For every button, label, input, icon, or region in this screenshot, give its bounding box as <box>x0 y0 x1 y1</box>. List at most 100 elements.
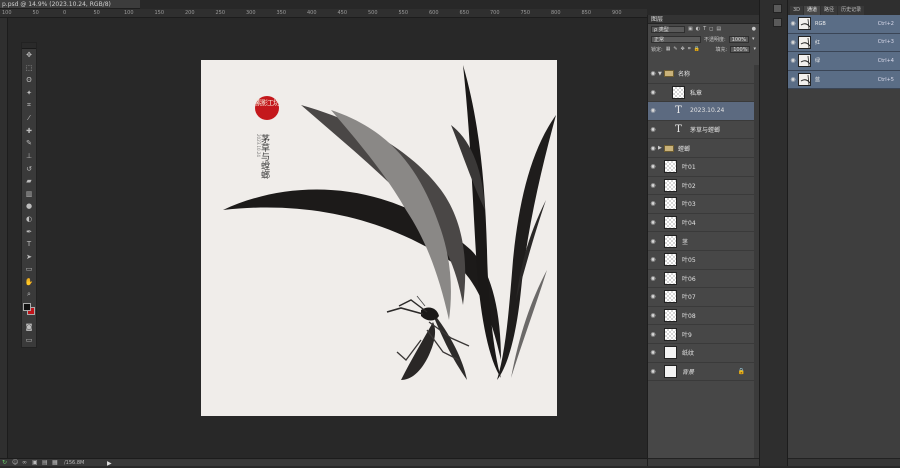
filter-adjust-icon[interactable]: ◐ <box>696 26 700 32</box>
visibility-eye-icon[interactable]: ◉ <box>648 368 658 375</box>
grid-icon[interactable]: ▦ <box>52 460 58 466</box>
visibility-eye-icon[interactable]: ◉ <box>648 145 658 152</box>
visibility-eye-icon[interactable]: ◉ <box>648 200 658 207</box>
camera-icon[interactable]: ▣ <box>32 460 38 466</box>
visibility-eye-icon[interactable]: ◉ <box>648 163 658 170</box>
filter-type-icon[interactable]: T <box>703 26 706 32</box>
foreground-color-swatch[interactable] <box>23 302 31 311</box>
history-brush-tool-icon[interactable]: ↺ <box>22 162 36 175</box>
marquee-tool-icon[interactable]: ⬚ <box>22 62 36 75</box>
horizontal-ruler[interactable]: 100 50 0 50 100 150 200 250 300 350 400 450 500 550 60… <box>0 9 647 18</box>
layer-row[interactable]: ◉ 叶06 <box>648 270 755 289</box>
brush-tool-icon[interactable]: ✎ <box>22 137 36 150</box>
shape-tool-icon[interactable]: ▭ <box>22 263 36 276</box>
lock-brush-icon[interactable]: ✎ <box>673 46 677 52</box>
lock-artboard-icon[interactable]: ⌗ <box>688 46 691 52</box>
tab-0[interactable]: 3D <box>790 6 804 15</box>
collapse-dock-icon[interactable] <box>773 4 782 13</box>
layer-row[interactable]: ◉ 叶02 <box>648 177 755 196</box>
layer-row[interactable]: ◉ T 2023.10.24 <box>648 102 755 121</box>
layer-row[interactable]: ◉ 叶03 <box>648 195 755 214</box>
layer-row[interactable]: ◉ 茎 <box>648 232 755 251</box>
film-icon[interactable]: ▤ <box>42 460 48 466</box>
opacity-input[interactable]: 100% <box>728 35 749 43</box>
link-icon[interactable]: ∞ <box>22 460 27 466</box>
blur-tool-icon[interactable]: ● <box>22 200 36 213</box>
gradient-tool-icon[interactable]: ▥ <box>22 188 36 201</box>
visibility-eye-icon[interactable]: ◉ <box>648 293 658 300</box>
channel-row[interactable]: ◉ 红 Ctrl+3 <box>788 33 900 53</box>
layer-row[interactable]: ◉ 纸纹 <box>648 344 755 363</box>
visibility-eye-icon[interactable]: ◉ <box>648 182 658 189</box>
refresh-icon[interactable]: ↻ <box>2 460 7 466</box>
crop-tool-icon[interactable]: ⌗ <box>22 99 36 112</box>
layer-row[interactable]: ◉ 叶01 <box>648 158 755 177</box>
move-tool-icon[interactable]: ✥ <box>22 49 36 62</box>
layer-row[interactable]: ◉ 叶9 <box>648 325 755 344</box>
visibility-eye-icon[interactable]: ◉ <box>648 238 658 245</box>
tab-3[interactable]: 历史记录 <box>838 6 865 15</box>
hand-tool-icon[interactable]: ✋ <box>22 276 36 289</box>
visibility-eye-icon[interactable]: ◉ <box>648 107 658 114</box>
quick-mask-icon[interactable]: ◙ <box>22 321 36 334</box>
filter-smart-icon[interactable]: ▤ <box>716 26 721 32</box>
layer-row[interactable]: ◉ ▼ 名称 <box>648 65 755 84</box>
visibility-eye-icon[interactable]: ◉ <box>648 275 658 282</box>
filter-toggle-icon[interactable]: ● <box>752 26 756 32</box>
visibility-eye-icon[interactable]: ◉ <box>648 126 658 133</box>
opacity-dropdown-icon[interactable]: ▾ <box>752 36 755 42</box>
filter-shape-icon[interactable]: ◻ <box>709 26 713 32</box>
lock-position-icon[interactable]: ✥ <box>681 46 685 52</box>
dock-panel-icon[interactable] <box>773 18 782 27</box>
fill-dropdown-icon[interactable]: ▾ <box>753 46 756 52</box>
visibility-eye-icon[interactable]: ◉ <box>648 349 658 356</box>
dodge-tool-icon[interactable]: ◐ <box>22 213 36 226</box>
layer-filter-select[interactable]: ρ 类型 <box>651 25 685 33</box>
blend-mode-select[interactable]: 正常 <box>651 35 701 43</box>
visibility-eye-icon[interactable]: ◉ <box>648 312 658 319</box>
quick-select-tool-icon[interactable]: ✦ <box>22 87 36 100</box>
layer-row[interactable]: ◉ 叶04 <box>648 214 755 233</box>
eyedropper-tool-icon[interactable]: ⁄ <box>22 112 36 125</box>
visibility-eye-icon[interactable]: ◉ <box>648 219 658 226</box>
eraser-tool-icon[interactable]: ▰ <box>22 175 36 188</box>
visibility-eye-icon[interactable]: ◉ <box>648 89 658 96</box>
visibility-eye-icon[interactable]: ◉ <box>648 70 658 77</box>
document-canvas[interactable]: 素影工坊 茅草与螳螂 2023.10.24 <box>201 60 557 416</box>
path-select-tool-icon[interactable]: ➤ <box>22 251 36 264</box>
stamp-tool-icon[interactable]: ⊥ <box>22 150 36 163</box>
visibility-eye-icon[interactable]: ◉ <box>648 331 658 338</box>
tab-2[interactable]: 路径 <box>821 6 838 15</box>
fill-input[interactable]: 100% <box>730 45 751 53</box>
type-tool-icon[interactable]: T <box>22 238 36 251</box>
layers-tab[interactable]: 图层 <box>648 15 759 24</box>
visibility-eye-icon[interactable]: ◉ <box>788 76 798 83</box>
layer-row[interactable]: ◉ 叶07 <box>648 288 755 307</box>
filter-pixel-icon[interactable]: ▣ <box>688 26 693 32</box>
layer-row[interactable]: ◉ 背景 🔒 <box>648 363 755 382</box>
visibility-eye-icon[interactable]: ◉ <box>788 20 798 27</box>
healing-tool-icon[interactable]: ✚ <box>22 125 36 138</box>
visibility-eye-icon[interactable]: ◉ <box>788 39 798 46</box>
layer-row[interactable]: ◉ 私章 <box>648 84 755 103</box>
visibility-eye-icon[interactable]: ◉ <box>788 57 798 64</box>
channel-row[interactable]: ◉ 绿 Ctrl+4 <box>788 52 900 71</box>
person-icon[interactable]: ☺ <box>12 460 18 466</box>
lock-transparent-icon[interactable]: ▦ <box>666 46 671 52</box>
layer-row[interactable]: ◉ T 茅草与螳螂 <box>648 121 755 140</box>
document-tab[interactable]: p.psd @ 14.9% (2023.10.24, RGB/8) <box>0 0 140 9</box>
vertical-ruler[interactable] <box>0 18 8 458</box>
channel-row[interactable]: ◉ RGB Ctrl+2 <box>788 15 900 34</box>
layer-row[interactable]: ◉ 叶08 <box>648 307 755 326</box>
layer-row[interactable]: ◉ 叶05 <box>648 251 755 270</box>
tab-1[interactable]: 通道 <box>804 6 821 15</box>
channel-row[interactable]: ◉ 蓝 Ctrl+5 <box>788 70 900 90</box>
zoom-tool-icon[interactable]: ⌕ <box>22 288 36 301</box>
layer-row[interactable]: ◉ ▶ 螳螂 <box>648 139 755 158</box>
status-menu-arrow-icon[interactable]: ▶ <box>107 460 112 468</box>
visibility-eye-icon[interactable]: ◉ <box>648 256 658 263</box>
lock-all-icon[interactable]: 🔒 <box>694 46 700 52</box>
lasso-tool-icon[interactable]: ʘ <box>22 74 36 87</box>
screen-mode-icon[interactable]: ▭ <box>22 333 36 346</box>
pen-tool-icon[interactable]: ✒ <box>22 225 36 238</box>
